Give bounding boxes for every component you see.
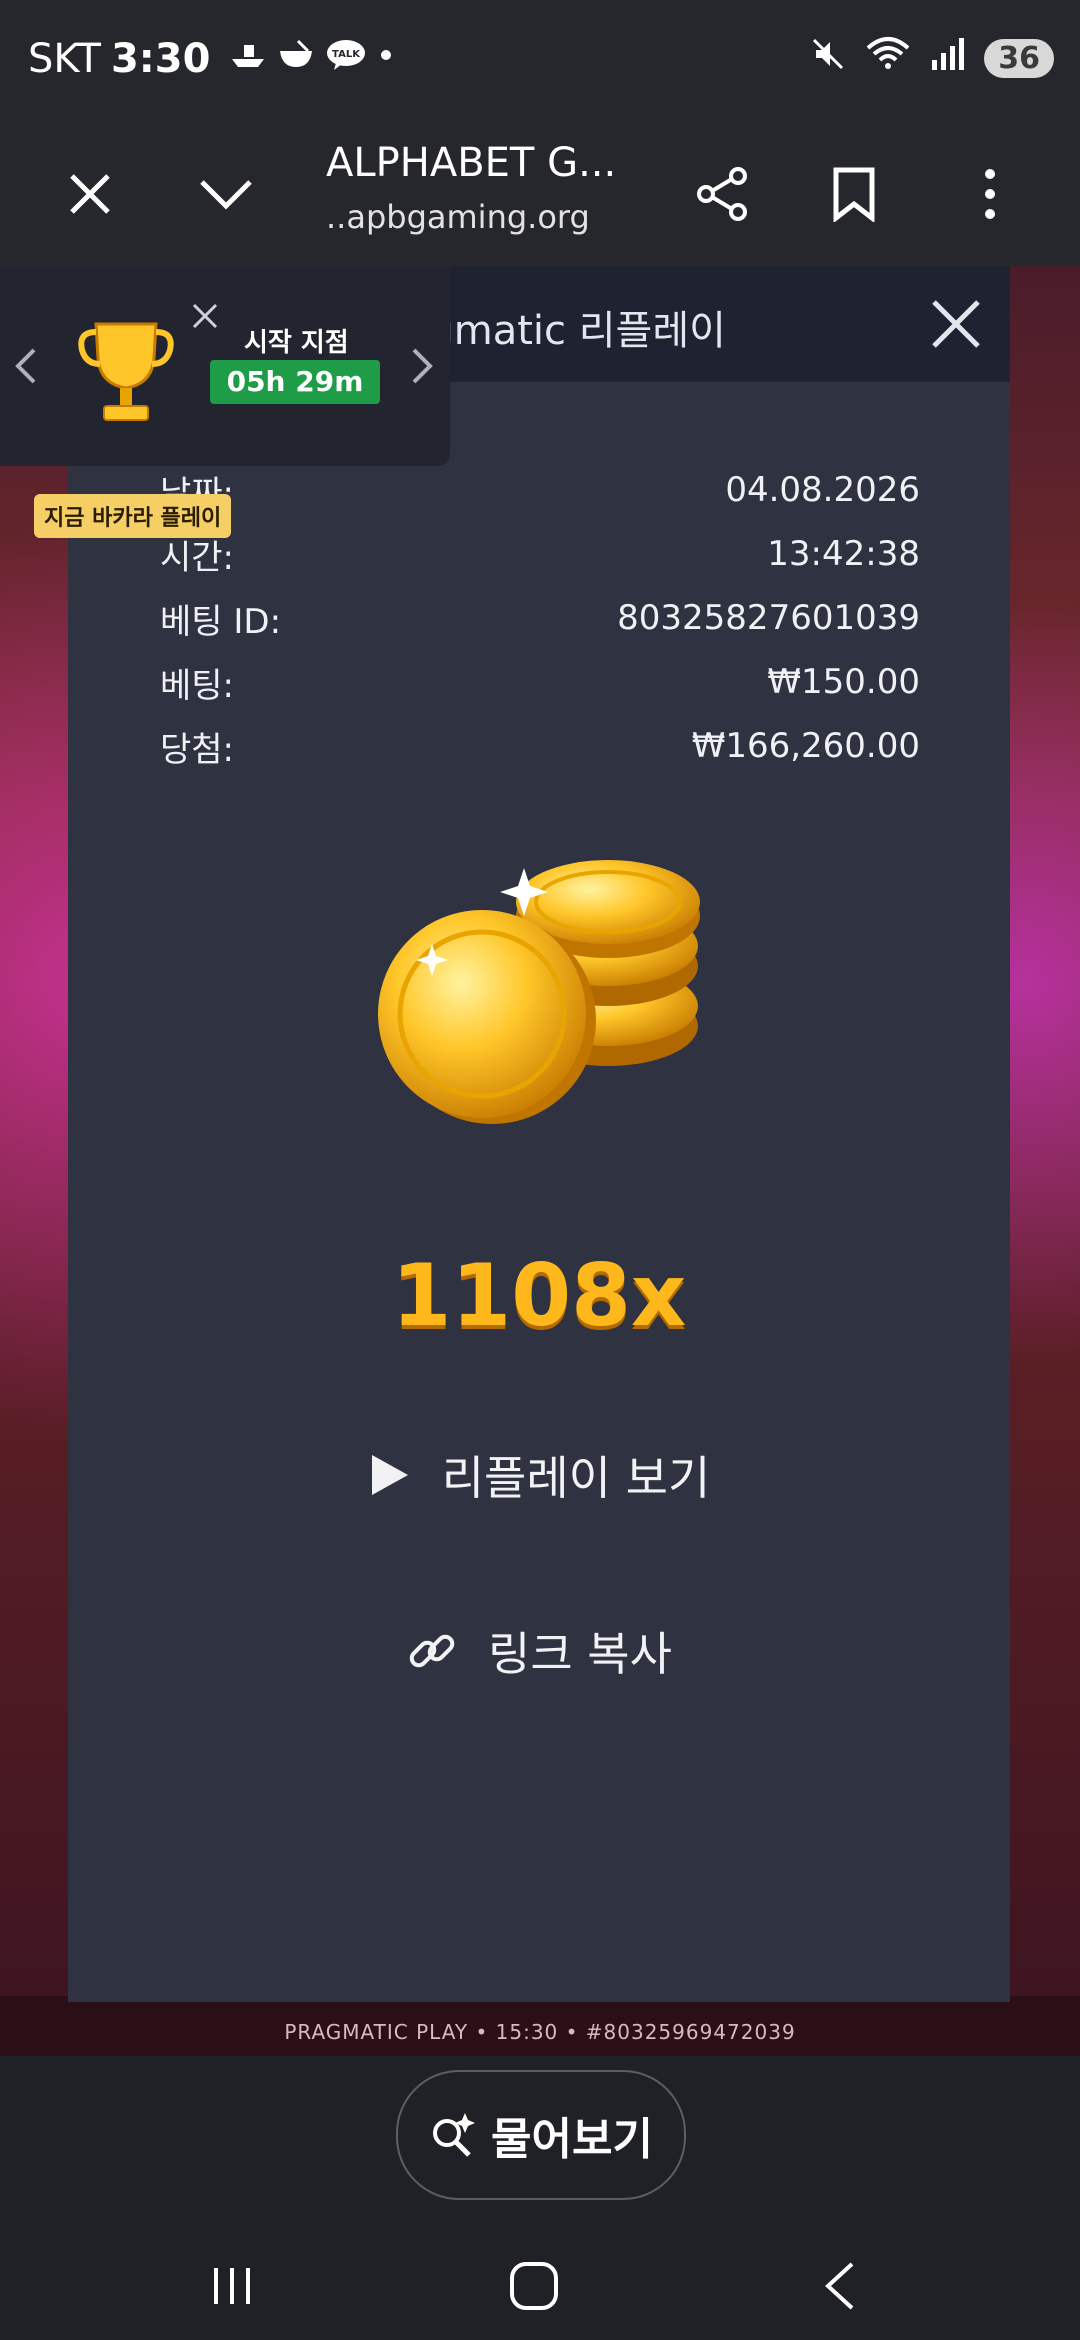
battery-indicator: 36 [984, 38, 1054, 78]
collapse-button[interactable] [186, 154, 266, 234]
status-left: SKT 3:30 TALK [28, 36, 394, 82]
detail-value: 13:42:38 [767, 534, 920, 574]
detail-value: 80325827601039 [617, 598, 920, 638]
chevron-down-icon [200, 180, 252, 210]
search-sparkle-icon [433, 2113, 476, 2157]
chevron-left-icon [15, 348, 36, 384]
share-icon [697, 167, 747, 221]
close-icon [70, 174, 110, 214]
ask-button[interactable]: 물어보기 [396, 2070, 686, 2200]
bet-details: 날짜: 04.08.2026 시간: 13:42:38 베팅 ID: 80325… [160, 458, 920, 778]
game-footer: PRAGMATIC PLAY • 15:30 • #80325969472039 [0, 1996, 1080, 2056]
close-icon [192, 303, 218, 329]
detail-label: 베팅: [160, 665, 235, 706]
detail-value: ₩150.00 [767, 662, 920, 702]
back-button[interactable] [800, 2246, 880, 2326]
copy-link-label: 링크 복사 [488, 1627, 672, 1681]
detail-row-bet: 베팅: ₩150.00 [160, 650, 920, 714]
detail-row-time: 시간: 13:42:38 [160, 522, 920, 586]
detail-value: 04.08.2026 [725, 470, 920, 510]
more-options-button[interactable] [950, 154, 1030, 234]
tournament-timer: 05h 29m [210, 360, 380, 404]
chevron-right-icon [412, 348, 433, 384]
detail-label: 베팅 ID: [160, 601, 282, 642]
modal-close-button[interactable] [920, 288, 992, 360]
status-bar: SKT 3:30 TALK 36 [0, 0, 1080, 120]
dot-icon [378, 39, 394, 79]
tournament-label: 시작 지점 [244, 328, 349, 358]
detail-row-date: 날짜: 04.08.2026 [160, 458, 920, 522]
web-content: PRAGMATIC PLAY • 15:30 • #80325969472039… [0, 266, 1080, 2056]
signal-icon [930, 36, 966, 80]
detail-value: ₩166,260.00 [691, 726, 920, 766]
tournament-close-button[interactable] [190, 300, 220, 340]
watch-replay-button[interactable]: 리플레이 보기 [68, 1442, 1010, 1508]
carrier-label: SKT [28, 36, 101, 82]
bowl-icon [278, 39, 314, 79]
bookmark-button[interactable] [814, 154, 894, 234]
system-nav-bar [0, 2216, 1080, 2340]
talk-icon: TALK [326, 39, 366, 79]
bookmark-icon [833, 167, 875, 222]
more-vertical-icon [985, 169, 995, 219]
gold-coins-icon [378, 860, 700, 1124]
home-icon [510, 2262, 558, 2310]
tournament-widget: 시작 지점 05h 29m [0, 266, 450, 466]
recent-apps-icon [214, 2268, 250, 2304]
talk-icon-label: TALK [333, 49, 362, 60]
detail-label: 당첨: [160, 729, 235, 770]
close-tab-button[interactable] [50, 154, 130, 234]
page-title: ALPHABET G... [326, 140, 617, 186]
tournament-prev-button[interactable] [14, 346, 38, 390]
boat-icon [230, 39, 266, 79]
ask-bar: 물어보기 [0, 2056, 1080, 2216]
status-right: 36 [810, 36, 1054, 80]
link-icon [409, 1634, 455, 1668]
close-icon [932, 300, 980, 348]
recent-apps-button[interactable] [192, 2246, 272, 2326]
browser-toolbar: ALPHABET G... ..apbgaming.org [0, 120, 1080, 266]
trophy-icon [78, 322, 174, 421]
home-button[interactable] [494, 2246, 574, 2326]
game-footer-text: PRAGMATIC PLAY • 15:30 • #80325969472039 [284, 2020, 796, 2044]
detail-row-win: 당첨: ₩166,260.00 [160, 714, 920, 778]
play-icon [371, 1455, 408, 1495]
ask-label: 물어보기 [491, 2114, 653, 2165]
back-icon [825, 2262, 854, 2310]
play-baccarat-badge[interactable]: 지금 바카라 플레이 [34, 494, 232, 538]
wifi-icon [864, 36, 912, 80]
share-button[interactable] [682, 154, 762, 234]
page-url[interactable]: ..apbgaming.org [326, 198, 590, 236]
mute-icon [810, 36, 846, 80]
notification-icons: TALK [230, 39, 394, 79]
detail-row-bet-id: 베팅 ID: 80325827601039 [160, 586, 920, 650]
clock: 3:30 [110, 36, 211, 82]
watch-replay-label: 리플레이 보기 [441, 1451, 711, 1505]
win-multiplier: 1108x [391, 1246, 687, 1346]
tournament-next-button[interactable] [410, 346, 434, 390]
copy-link-button[interactable]: 링크 복사 [68, 1618, 1010, 1684]
